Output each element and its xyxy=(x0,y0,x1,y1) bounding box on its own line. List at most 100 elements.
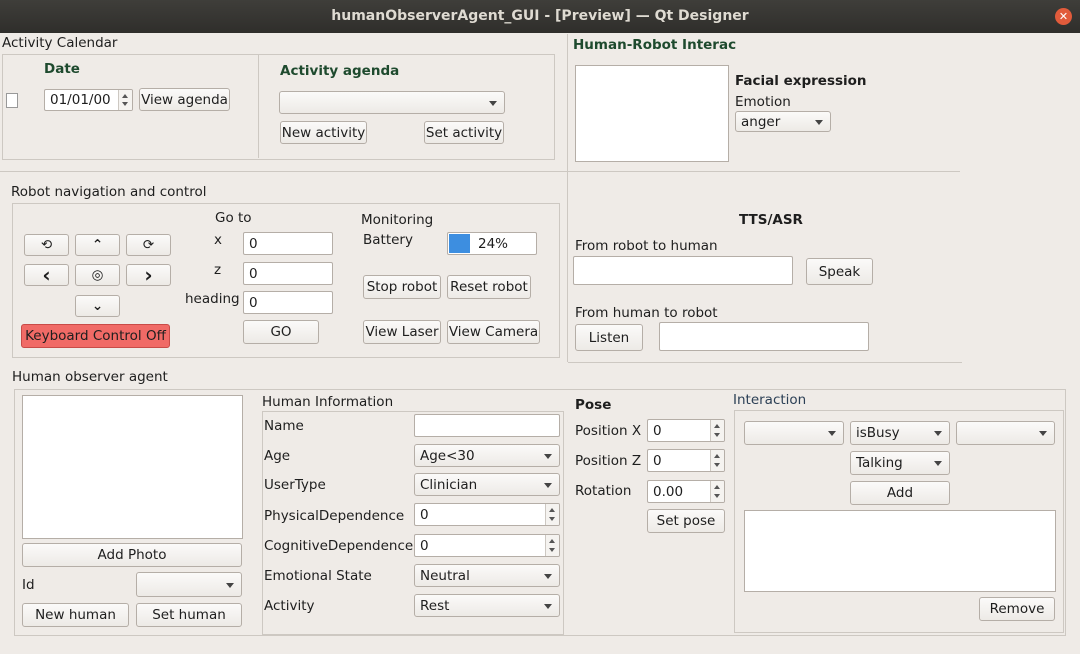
activity-agenda-select[interactable] xyxy=(279,91,505,114)
interaction-title: Interaction xyxy=(733,392,807,408)
window-title: humanObserverAgent_GUI - [Preview] — Qt … xyxy=(331,8,749,24)
set-human-button[interactable]: Set human xyxy=(136,603,242,627)
date-spinner[interactable] xyxy=(118,90,132,110)
rotation-spinner[interactable] xyxy=(710,481,724,502)
heading-label: heading xyxy=(185,291,240,307)
chevron-down-icon xyxy=(544,603,552,609)
position-z-input[interactable]: 0 xyxy=(647,449,725,472)
rotate-right-icon[interactable]: ⟳ xyxy=(126,234,171,256)
set-pose-button[interactable]: Set pose xyxy=(647,509,725,533)
date-input[interactable]: 01/01/00 xyxy=(44,89,133,111)
chevron-down-icon xyxy=(1039,431,1047,436)
interaction-state-select[interactable]: Talking xyxy=(850,451,950,475)
human-to-robot-label: From human to robot xyxy=(575,305,718,321)
hri-divider xyxy=(567,34,568,362)
observer-title: Human observer agent xyxy=(12,369,168,385)
rotation-input[interactable]: 0.00 xyxy=(647,480,725,503)
date-label: Date xyxy=(44,61,80,77)
view-camera-button[interactable]: View Camera xyxy=(447,320,540,344)
activity-select[interactable]: Rest xyxy=(414,594,560,617)
arrow-right-icon[interactable]: › xyxy=(126,263,171,287)
physical-dependence-spinner[interactable] xyxy=(545,504,559,525)
goto-label: Go to xyxy=(215,210,252,226)
close-icon[interactable]: ✕ xyxy=(1055,8,1072,25)
chevron-down-icon xyxy=(544,573,552,579)
id-select[interactable] xyxy=(136,572,242,597)
position-x-label: Position X xyxy=(575,423,642,439)
cognitive-dependence-spinner[interactable] xyxy=(545,535,559,556)
position-z-spinner[interactable] xyxy=(710,450,724,471)
chevron-down-icon xyxy=(489,100,497,106)
rotate-left-icon[interactable]: ⟲ xyxy=(24,234,69,256)
age-select[interactable]: Age<30 xyxy=(414,444,560,467)
emotional-state-label: Emotional State xyxy=(264,568,372,584)
document-icon xyxy=(6,93,18,108)
activity-value: Rest xyxy=(420,597,450,614)
listen-text-input[interactable] xyxy=(659,322,869,351)
set-activity-button[interactable]: Set activity xyxy=(424,121,504,144)
arrow-left-icon[interactable]: ‹ xyxy=(24,263,69,287)
chevron-down-icon xyxy=(934,461,942,466)
name-label: Name xyxy=(264,418,304,434)
face-display xyxy=(575,65,729,162)
interaction-remove-button[interactable]: Remove xyxy=(979,597,1055,621)
cognitive-dependence-label: CognitiveDependence xyxy=(264,538,414,554)
goto-z-input[interactable]: 0 xyxy=(243,262,333,285)
z-label: z xyxy=(214,262,222,278)
pose-title: Pose xyxy=(575,397,612,413)
interaction-add-button[interactable]: Add xyxy=(850,481,950,505)
keyboard-control-button[interactable]: Keyboard Control Off xyxy=(21,324,170,348)
x-label: x xyxy=(214,232,222,248)
emotion-value: anger xyxy=(741,113,781,130)
calendar-divider xyxy=(258,55,259,158)
tts-separator xyxy=(568,362,962,363)
robot-to-human-label: From robot to human xyxy=(575,238,718,254)
name-input[interactable] xyxy=(414,414,560,437)
interaction-subject-select[interactable] xyxy=(744,421,844,445)
speak-button[interactable]: Speak xyxy=(806,258,873,285)
cognitive-dependence-input[interactable]: 0 xyxy=(414,534,560,557)
arrow-down-icon[interactable]: ⌄ xyxy=(75,295,120,317)
goto-heading-input[interactable]: 0 xyxy=(243,291,333,314)
chevron-down-icon xyxy=(828,431,836,436)
view-laser-button[interactable]: View Laser xyxy=(363,320,441,344)
age-value: Age<30 xyxy=(420,447,475,464)
add-photo-button[interactable]: Add Photo xyxy=(22,543,242,567)
emotional-state-value: Neutral xyxy=(420,567,470,584)
goto-x-input[interactable]: 0 xyxy=(243,232,333,255)
arrow-up-icon[interactable]: ⌃ xyxy=(75,234,120,256)
emotional-state-select[interactable]: Neutral xyxy=(414,564,560,587)
view-agenda-button[interactable]: View agenda xyxy=(139,88,230,111)
stop-robot-button[interactable]: Stop robot xyxy=(363,275,441,299)
id-label: Id xyxy=(22,577,35,593)
rotation-label: Rotation xyxy=(575,483,632,499)
position-x-spinner[interactable] xyxy=(710,420,724,441)
interaction-list[interactable] xyxy=(744,510,1056,592)
center-stop-icon[interactable]: ◎ xyxy=(75,264,120,286)
position-x-input[interactable]: 0 xyxy=(647,419,725,442)
chevron-down-icon xyxy=(815,119,823,125)
position-z-label: Position Z xyxy=(575,453,642,469)
interaction-predicate-select[interactable]: isBusy xyxy=(850,421,950,445)
hri-separator xyxy=(568,171,960,172)
age-label: Age xyxy=(264,448,291,464)
calendar-separator xyxy=(0,171,567,172)
human-info-title: Human Information xyxy=(262,394,394,410)
activity-agenda-label: Activity agenda xyxy=(280,63,400,79)
usertype-value: Clinician xyxy=(420,476,478,493)
usertype-select[interactable]: Clinician xyxy=(414,473,560,496)
go-button[interactable]: GO xyxy=(243,320,319,344)
physical-dependence-label: PhysicalDependence xyxy=(264,508,405,524)
navigation-title: Robot navigation and control xyxy=(11,184,207,200)
chevron-down-icon xyxy=(934,431,942,436)
listen-button[interactable]: Listen xyxy=(575,324,643,351)
physical-dependence-input[interactable]: 0 xyxy=(414,503,560,526)
speak-text-input[interactable] xyxy=(573,256,793,285)
interaction-object-select[interactable] xyxy=(956,421,1055,445)
chevron-down-icon xyxy=(544,482,552,488)
new-human-button[interactable]: New human xyxy=(22,603,129,627)
new-activity-button[interactable]: New activity xyxy=(280,121,367,144)
facial-expression-label: Facial expression xyxy=(735,73,867,89)
reset-robot-button[interactable]: Reset robot xyxy=(447,275,531,299)
emotion-select[interactable]: anger xyxy=(735,111,831,132)
